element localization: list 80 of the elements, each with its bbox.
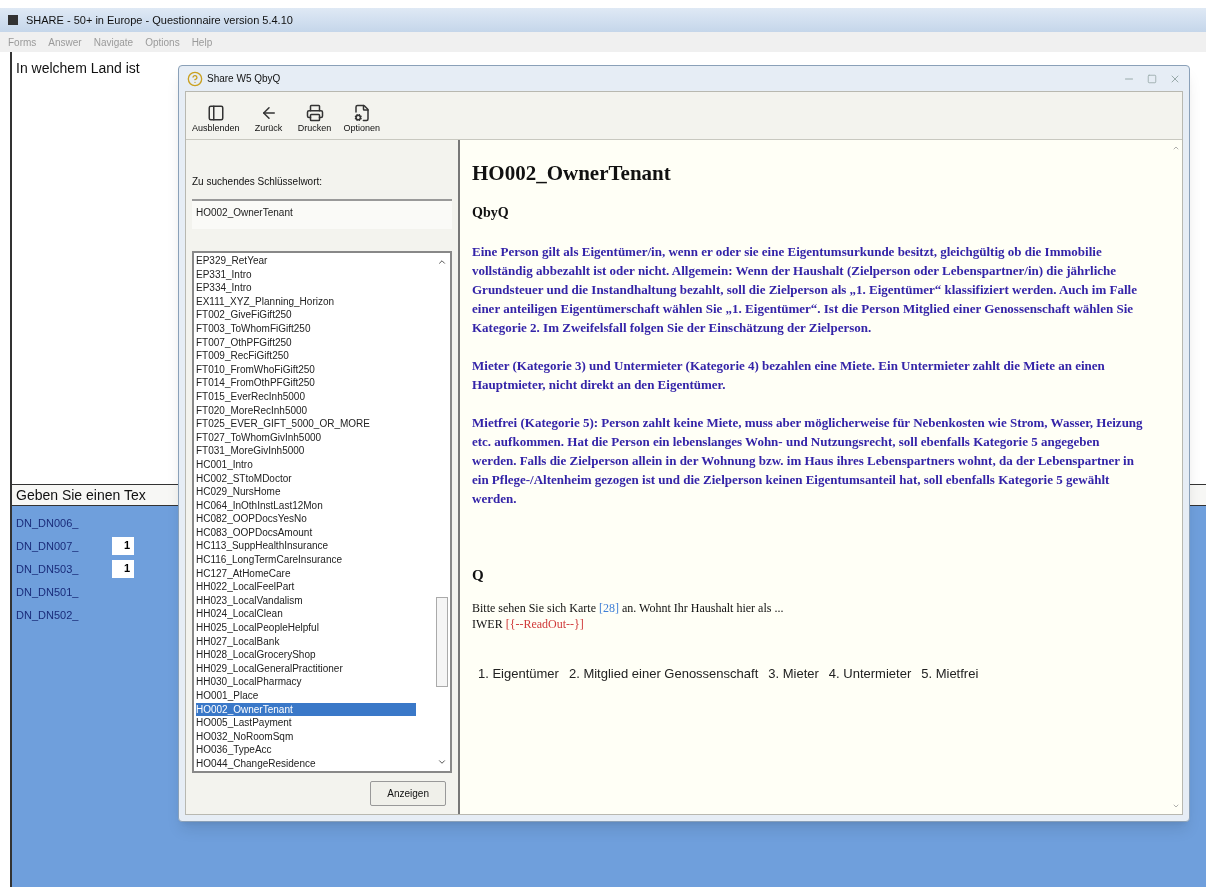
- panel-icon: [206, 103, 225, 122]
- content-heading: HO002_OwnerTenant: [472, 160, 672, 187]
- scroll-down-icon[interactable]: [1172, 802, 1180, 810]
- section-heading: Q: [472, 565, 485, 585]
- list-item[interactable]: FT020_MoreRecInh5000: [196, 403, 416, 418]
- dialog-title: Share W5 QbyQ: [207, 72, 282, 86]
- field-label: DN_DN007_: [16, 538, 80, 554]
- list-item[interactable]: FT031_MoreGivInh5000: [196, 444, 416, 458]
- answer-option[interactable]: 4. Untermieter: [828, 664, 912, 684]
- question-line: Bitte sehen Sie sich Karte [28] an. Wohnt Ihr Haushalt hier als ...: [472, 600, 785, 616]
- list-item[interactable]: HH028_LocalGroceryShop: [196, 648, 416, 662]
- toolbar-button[interactable]: Ausblenden: [190, 103, 242, 135]
- list-item[interactable]: HO036_TypeAcc: [196, 743, 416, 757]
- list-item[interactable]: HH023_LocalVandalism: [196, 593, 416, 608]
- list-item[interactable]: FT002_GiveFiGift250: [196, 308, 416, 322]
- question-mark-icon: [187, 70, 203, 87]
- question-line: IWER [{--ReadOut--}]: [472, 616, 585, 632]
- list-item[interactable]: HC127_AtHomeCare: [196, 566, 416, 581]
- list-item[interactable]: FT009_RecFiGift250: [196, 349, 416, 363]
- list-item[interactable]: FT007_OthPFGift250: [196, 335, 416, 350]
- list-item[interactable]: HC082_OOPDocsYesNo: [196, 512, 416, 526]
- show-button[interactable]: Anzeigen: [370, 781, 446, 806]
- note-paragraph: Mieter (Kategorie 3) und Untermieter (Kategorie 4) bezahlen eine Miete. Ein Untermieter zahlt die Miete an einen Hauptmieter, nicht direkt an den Eigentümer.: [472, 356, 1106, 394]
- list-item[interactable]: HC001_Intro: [196, 457, 416, 472]
- input-prompt: Geben Sie einen Tex: [16, 485, 146, 505]
- list-item[interactable]: HH027_LocalBank: [196, 634, 416, 649]
- list-item[interactable]: HC002_STtoMDoctor: [196, 471, 416, 486]
- list-item[interactable]: HC029_NursHome: [196, 485, 416, 499]
- scroll-up-icon[interactable]: [1172, 144, 1180, 152]
- scroll-up-icon[interactable]: [437, 257, 447, 267]
- toolbar-button[interactable]: Optionen: [341, 103, 383, 135]
- toolbar-button[interactable]: Zurück: [249, 103, 288, 135]
- scrollbar-thumb[interactable]: [436, 597, 448, 687]
- printer-icon: [305, 103, 324, 122]
- list-item[interactable]: HH025_LocalPeopleHelpful: [196, 621, 416, 635]
- answer-option[interactable]: 3. Mieter: [768, 664, 819, 684]
- list-item[interactable]: HC116_LongTermCareInsurance: [196, 553, 416, 567]
- input-field[interactable]: 1: [112, 560, 134, 578]
- note-paragraph: Eine Person gilt als Eigentümer/in, wenn er oder sie eine Eigentumsurkunde besitzt, gleichgültig ob die Immobilie vollständig abbezahlt ist oder nicht. Allgemein: Wenn der Haushalt (Zielperson oder Lebenspartner/in) die jährliche Grundsteuer und die Instandhaltung bezahlt, soll die Zielperson als „1. Eigentümer“ klassifiziert werden. Auch im Falle einer anteiligen Eigentümerschaft wählen Sie „1. Eigentümer“. Ist die Person Mitglied einer Genossenschaft wählen Sie Kategorie 2. Im Zweifelsfall folgen Sie der Einschätzung der Zielperson.: [472, 242, 1138, 337]
- list-item[interactable]: HH029_LocalGeneralPractitioner: [196, 661, 416, 676]
- field-label: DN_DN503_: [16, 561, 80, 577]
- content-subheading: QbyQ: [472, 203, 510, 222]
- list-item[interactable]: FT014_FromOthPFGift250: [196, 376, 416, 390]
- maximize-icon[interactable]: [1147, 73, 1157, 84]
- list-item[interactable]: HO032_NoRoomSqm: [196, 729, 416, 744]
- note-paragraph: Mietfrei (Kategorie 5): Person zahlt keine Miete, muss aber möglicherweise für Nebenkosten wie Strom, Wasser, Heizung etc. aufkommen. Hat die Person ein lebenslanges Wohn- und Nutzungsrecht, soll ebenfalls Kategorie 5 angegeben werden. Falls die Zielperson allein in der Wohnung bzw. im Haus ihres Lebenspartners wohnt, da der Lebenspartner in ein Pflege-/Altenheim gezogen ist und die Zielperson keinen Eigentumsanteil hat, soll ebenfalls Kategorie 5 gewählt werden.: [472, 413, 1144, 508]
- list-item[interactable]: FT015_EverRecInh5000: [196, 389, 416, 404]
- list-item[interactable]: HH030_LocalPharmacy: [196, 675, 416, 689]
- answer-option[interactable]: 5. Mietfrei: [921, 664, 979, 684]
- list-item[interactable]: HC083_OOPDocsAmount: [196, 525, 416, 540]
- list-item[interactable]: EX111_XYZ_Planning_Horizon: [196, 294, 416, 309]
- list-item[interactable]: EP331_Intro: [196, 267, 416, 282]
- list-item[interactable]: EP329_RetYear: [196, 254, 416, 268]
- search-label: Zu suchendes Schlüsselwort:: [192, 175, 324, 189]
- field-label: DN_DN501_: [16, 584, 80, 600]
- list-item[interactable]: HO044_ChangeResidence: [196, 756, 416, 771]
- window-title: SHARE - 50+ in Europe - Questionnaire version 5.4.10: [26, 12, 293, 28]
- question-text: In welchem Land ist: [16, 60, 140, 76]
- list-item[interactable]: FT010_FromWhoFiGift250: [196, 362, 416, 377]
- scroll-down-icon[interactable]: [437, 757, 447, 767]
- toolbar-button[interactable]: Drucken: [295, 103, 334, 135]
- list-item[interactable]: FT003_ToWhomFiGift250: [196, 321, 416, 336]
- answer-option[interactable]: 2. Mitglied einer Genossenschaft: [568, 664, 759, 684]
- app-logo-icon: [8, 15, 18, 25]
- search-field[interactable]: HO002_OwnerTenant: [192, 199, 452, 229]
- list-item[interactable]: HO005_LastPayment: [196, 716, 416, 730]
- answer-option[interactable]: 1. Eigentümer: [478, 664, 559, 684]
- list-item[interactable]: HO002_OwnerTenant: [196, 702, 416, 717]
- input-field[interactable]: 1: [112, 537, 134, 555]
- file-gear-icon: [352, 103, 371, 122]
- list-item[interactable]: FT025_EVER_GIFT_5000_OR_MORE: [196, 417, 416, 431]
- list-item[interactable]: HC113_SuppHealthInsurance: [196, 539, 416, 554]
- list-item[interactable]: HC064_InOthInstLast12Mon: [196, 498, 416, 513]
- list-item[interactable]: HH022_LocalFeelPart: [196, 580, 416, 594]
- list-item[interactable]: HH024_LocalClean: [196, 607, 416, 622]
- field-label: DN_DN502_: [16, 607, 80, 623]
- field-label: DN_DN006_: [16, 515, 80, 531]
- list-item[interactable]: HO001_Place: [196, 689, 416, 703]
- list-item[interactable]: EP334_Intro: [196, 281, 416, 295]
- list-item[interactable]: FT027_ToWhomGivInh5000: [196, 430, 416, 445]
